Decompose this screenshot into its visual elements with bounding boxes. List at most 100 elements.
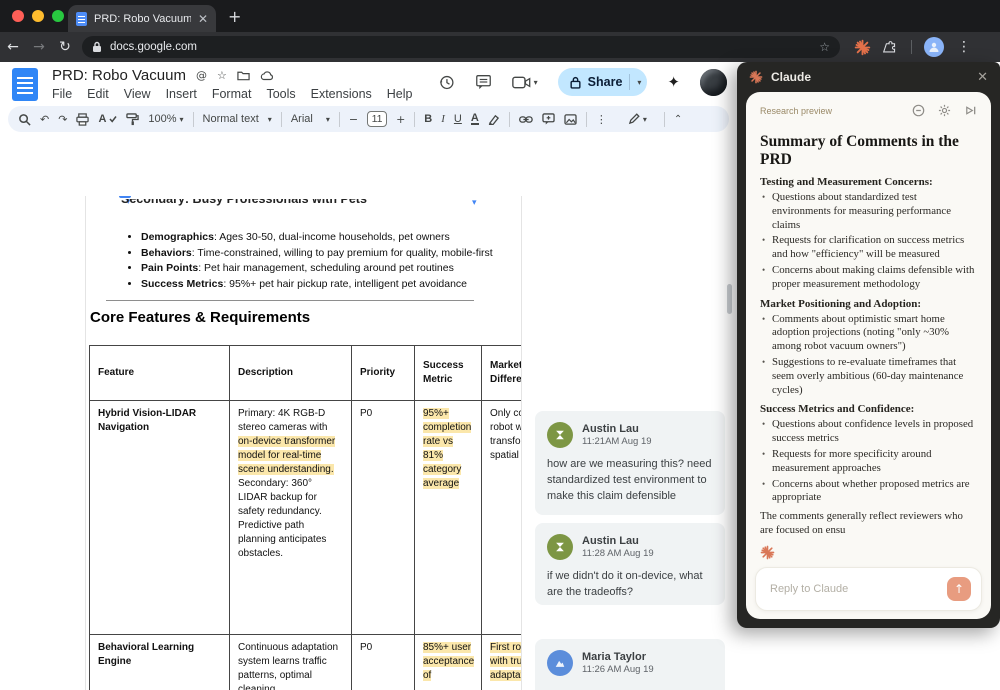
- add-comment-icon[interactable]: [542, 113, 555, 125]
- paint-format-icon[interactable]: [126, 113, 139, 126]
- comment-text: if we didn't do it on-device, what are t…: [547, 569, 713, 601]
- document-title[interactable]: PRD: Robo Vacuum: [52, 67, 186, 84]
- send-button[interactable]: ↑: [947, 577, 971, 601]
- text-color-button[interactable]: A: [471, 113, 479, 125]
- docs-favicon: [76, 12, 87, 26]
- menu-view[interactable]: View: [124, 87, 151, 101]
- star-icon[interactable]: ☆: [217, 70, 227, 81]
- underline-button[interactable]: U: [454, 113, 462, 125]
- browser-tab-strip: PRD: Robo Vacuum ✕ +: [0, 0, 1000, 32]
- comment-author: Austin Lau: [582, 423, 652, 435]
- list-item[interactable]: Pain Points: Pet hair management, schedu…: [141, 261, 501, 277]
- menu-help[interactable]: Help: [387, 87, 413, 101]
- browser-address-bar: ← → ↻ docs.google.com ☆ ⋮: [0, 32, 1000, 62]
- metric-cell: 95%+ completion rate vs 81% category ave…: [415, 401, 482, 635]
- menu-tools[interactable]: Tools: [266, 87, 295, 101]
- font-size-decrease[interactable]: −: [349, 113, 358, 126]
- menu-extensions[interactable]: Extensions: [311, 87, 372, 101]
- bullet-item: Requests for clarification on success me…: [772, 234, 977, 262]
- browser-profile-avatar[interactable]: [924, 37, 944, 57]
- collapse-sidebar-icon[interactable]: [964, 104, 977, 117]
- video-meet-icon[interactable]: [512, 76, 531, 89]
- video-dropdown-caret[interactable]: ▾: [534, 78, 538, 87]
- comment-card[interactable]: Austin Lau 11:21AM Aug 19 how are we mea…: [535, 411, 725, 515]
- list-item[interactable]: Behaviors: Time-constrained, willing to …: [141, 246, 501, 262]
- mountain-icon: [554, 657, 566, 669]
- minimize-window-button[interactable]: [32, 10, 44, 22]
- zoom-select[interactable]: 100%▾: [148, 113, 183, 125]
- comment-card[interactable]: Austin Lau 11:28 AM Aug 19 if we didn't …: [535, 523, 725, 605]
- insert-link-icon[interactable]: [519, 115, 533, 124]
- table-row[interactable]: Behavioral Learning Engine Continuous ad…: [90, 635, 523, 690]
- settings-gear-icon[interactable]: [938, 104, 951, 117]
- at-mention-icon[interactable]: @: [196, 70, 207, 81]
- url-bar[interactable]: docs.google.com ☆: [82, 36, 840, 58]
- highlight-color-icon[interactable]: [488, 113, 500, 125]
- comment-card[interactable]: Maria Taylor 11:26 AM Aug 19: [535, 639, 725, 690]
- forward-button[interactable]: →: [26, 39, 52, 55]
- insert-image-icon[interactable]: [564, 114, 577, 125]
- list-item[interactable]: Demographics: Ages 30-50, dual-income ho…: [141, 230, 501, 246]
- share-dropdown-caret[interactable]: ▾: [637, 78, 641, 87]
- docs-account-avatar[interactable]: [700, 69, 727, 96]
- section-heading[interactable]: Core Features & Requirements: [90, 309, 310, 326]
- reload-button[interactable]: ↻: [52, 39, 78, 55]
- menu-format[interactable]: Format: [212, 87, 252, 101]
- paragraph-style-select[interactable]: Normal text▾: [203, 113, 272, 125]
- browser-menu-icon[interactable]: ⋮: [956, 39, 972, 55]
- close-panel-icon[interactable]: ✕: [977, 70, 988, 85]
- undo-icon[interactable]: ↶: [40, 113, 49, 126]
- editing-mode-caret[interactable]: ▾: [643, 115, 647, 124]
- claude-extension-icon[interactable]: [854, 39, 871, 56]
- priority-cell: P0: [352, 635, 415, 690]
- reply-input[interactable]: [770, 583, 947, 595]
- more-tools-icon[interactable]: ⋮: [596, 113, 607, 126]
- version-history-icon[interactable]: [438, 74, 455, 91]
- bookmark-star-icon[interactable]: ☆: [819, 40, 830, 54]
- maximize-window-button[interactable]: [52, 10, 64, 22]
- section-title: Success Metrics and Confidence:: [760, 403, 977, 415]
- search-icon[interactable]: [18, 113, 31, 126]
- features-table[interactable]: Feature Description Priority Success Met…: [89, 345, 522, 690]
- comment-text: how are we measuring this? need standard…: [547, 457, 713, 505]
- section-bullets: Comments about optimistic smart home ado…: [760, 313, 977, 398]
- italic-button[interactable]: I: [441, 113, 445, 125]
- print-icon[interactable]: [76, 113, 89, 126]
- google-docs-icon[interactable]: [12, 68, 38, 101]
- font-size-increase[interactable]: +: [396, 113, 405, 126]
- commenter-avatar: [547, 422, 573, 448]
- table-row[interactable]: Hybrid Vision-LIDAR Navigation Primary: …: [90, 401, 523, 635]
- font-size-input[interactable]: 11: [367, 111, 387, 127]
- list-item[interactable]: Success Metrics: 95%+ pet hair pickup ra…: [141, 277, 501, 293]
- back-button[interactable]: ←: [0, 39, 26, 55]
- claude-chat-card: Research preview: [746, 92, 991, 619]
- font-select[interactable]: Arial▾: [291, 113, 330, 125]
- menu-file[interactable]: File: [52, 87, 72, 101]
- redo-icon[interactable]: ↷: [58, 113, 67, 126]
- share-label: Share: [588, 75, 623, 89]
- comment-history-icon[interactable]: [475, 74, 492, 90]
- browser-tab[interactable]: PRD: Robo Vacuum ✕: [68, 5, 216, 32]
- divider: [911, 40, 912, 54]
- extensions-puzzle-icon[interactable]: [883, 39, 899, 55]
- cloud-status-icon[interactable]: [260, 71, 274, 81]
- close-window-button[interactable]: [12, 10, 24, 22]
- document-page[interactable]: ▾ Secondary: Busy Professionals with Pet…: [85, 196, 522, 690]
- feedback-bubble-icon[interactable]: [912, 104, 925, 117]
- document-scrollbar[interactable]: [727, 284, 732, 314]
- menu-edit[interactable]: Edit: [87, 87, 109, 101]
- gemini-icon[interactable]: ✦: [667, 73, 680, 91]
- editing-mode-pen-icon[interactable]: [628, 113, 640, 125]
- bullet-item: Comments about optimistic smart home ado…: [772, 313, 977, 354]
- comment-time: 11:21AM Aug 19: [582, 436, 652, 447]
- menu-insert[interactable]: Insert: [166, 87, 197, 101]
- bold-button[interactable]: B: [424, 113, 432, 125]
- clipped-heading: Secondary: Busy Professionals with Pets: [121, 199, 471, 210]
- heading-collapse-caret[interactable]: ▾: [472, 198, 477, 208]
- spellcheck-icon[interactable]: A: [98, 113, 117, 125]
- share-button[interactable]: Share ▾: [558, 68, 648, 96]
- new-tab-button[interactable]: +: [228, 7, 241, 26]
- collapse-toolbar-icon[interactable]: ⌃: [674, 114, 682, 125]
- tab-close-icon[interactable]: ✕: [198, 12, 208, 26]
- move-folder-icon[interactable]: [237, 70, 250, 81]
